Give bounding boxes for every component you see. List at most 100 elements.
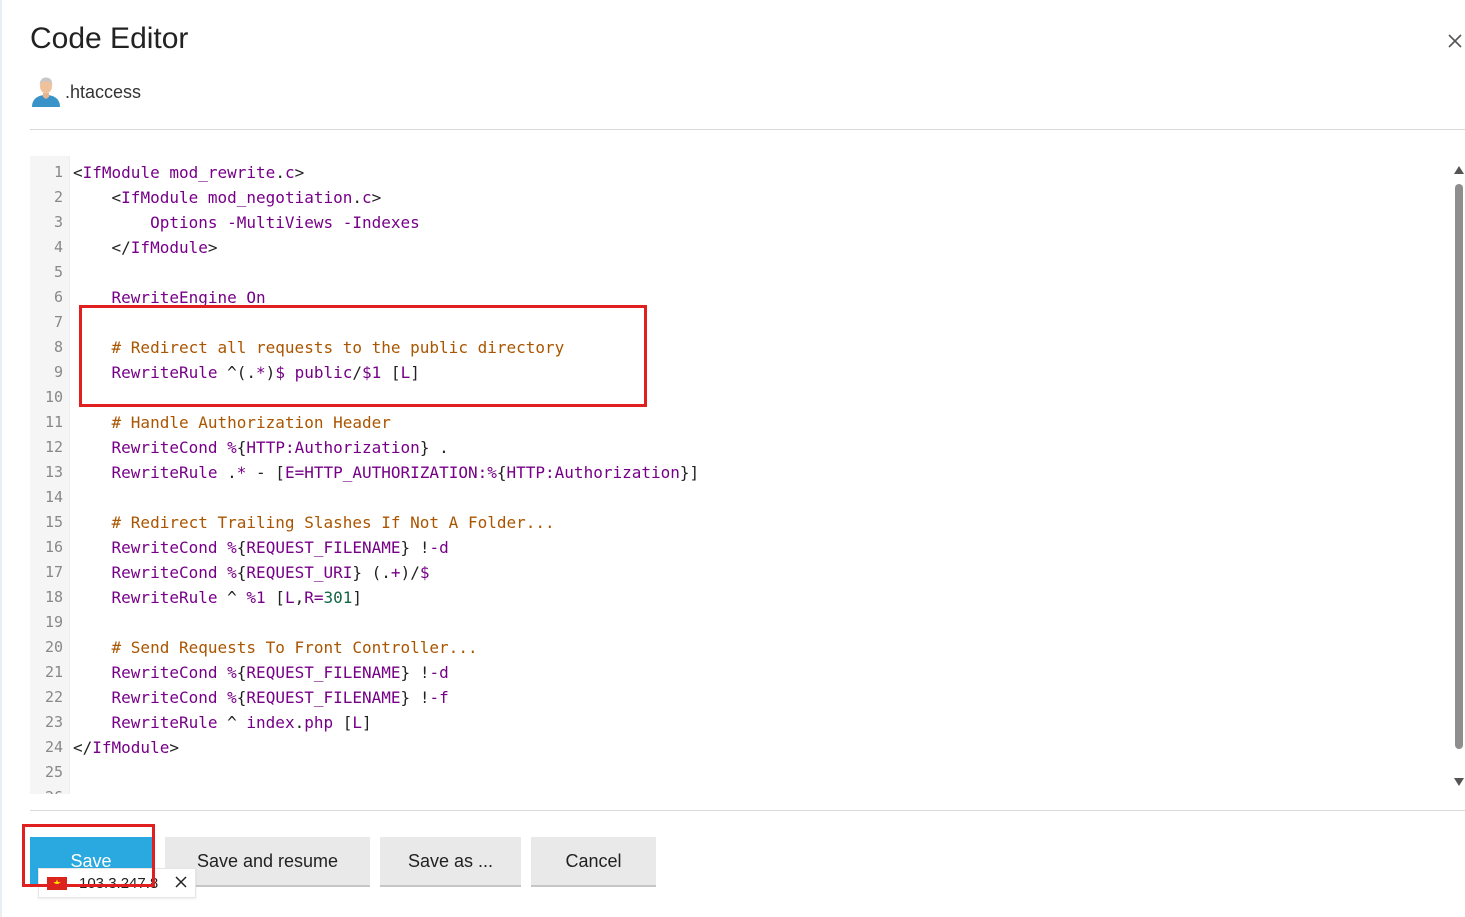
code-token: php xyxy=(304,713,333,732)
line-number: 5 xyxy=(30,260,63,285)
cancel-button[interactable]: Cancel xyxy=(531,837,656,887)
close-icon[interactable] xyxy=(1444,30,1465,52)
code-token xyxy=(73,213,150,232)
code-token: % xyxy=(227,563,237,582)
code-token: RewriteCond xyxy=(112,688,218,707)
code-token: } ! xyxy=(401,538,430,557)
code-token xyxy=(73,663,112,682)
code-token: > xyxy=(169,738,179,757)
line-number: 15 xyxy=(30,510,63,535)
code-line[interactable]: RewriteRule ^ index.php [L] xyxy=(73,710,372,735)
code-line[interactable]: RewriteCond %{REQUEST_FILENAME} !-d xyxy=(73,660,449,685)
code-line[interactable]: RewriteCond %{REQUEST_FILENAME} !-f xyxy=(73,685,449,710)
code-token: . xyxy=(352,188,362,207)
code-token xyxy=(73,588,112,607)
code-line[interactable]: RewriteEngine On xyxy=(73,285,266,310)
code-line[interactable]: </IfModule> xyxy=(73,735,179,760)
code-token xyxy=(73,413,112,432)
code-token: - [ xyxy=(246,463,285,482)
line-number: 9 xyxy=(30,360,63,385)
code-editor[interactable]: 1234567891011121314151617181920212223242… xyxy=(30,156,1450,794)
user-avatar-icon xyxy=(30,76,62,108)
line-number: 12 xyxy=(30,435,63,460)
code-line[interactable]: RewriteRule ^ %1 [L,R=301] xyxy=(73,585,362,610)
code-token: RewriteCond xyxy=(112,563,218,582)
ip-address-tag: 103.3.247.8 xyxy=(38,868,196,898)
code-line[interactable]: RewriteCond %{REQUEST_FILENAME} !-d xyxy=(73,535,449,560)
editor-scrollbar[interactable] xyxy=(1452,160,1465,792)
code-token xyxy=(198,188,208,207)
code-line[interactable]: # Redirect all requests to the public di… xyxy=(73,335,564,360)
code-token: c xyxy=(285,163,295,182)
save-as-button[interactable]: Save as ... xyxy=(380,837,521,887)
line-number: 4 xyxy=(30,235,63,260)
code-line[interactable]: <IfModule mod_negotiation.c> xyxy=(73,185,381,210)
code-token: REQUEST_FILENAME xyxy=(246,663,400,682)
code-line[interactable]: Options -MultiViews -Indexes xyxy=(73,210,420,235)
code-token: ^ xyxy=(218,588,247,607)
code-token: { xyxy=(237,688,247,707)
code-token: RewriteRule xyxy=(112,588,218,607)
code-token: > xyxy=(208,238,218,257)
code-token: RewriteCond xyxy=(112,663,218,682)
divider xyxy=(30,129,1465,130)
scroll-thumb[interactable] xyxy=(1455,184,1463,749)
code-token: REQUEST_URI xyxy=(246,563,352,582)
code-token: 301 xyxy=(323,588,352,607)
line-number: 7 xyxy=(30,310,63,335)
code-line[interactable]: RewriteCond %{HTTP:Authorization} . xyxy=(73,435,449,460)
code-token: ^ xyxy=(218,713,247,732)
code-token: public xyxy=(295,363,353,382)
code-token: { xyxy=(237,563,247,582)
code-token xyxy=(73,288,112,307)
code-line[interactable]: RewriteRule .* - [E=HTTP_AUTHORIZATION:%… xyxy=(73,460,699,485)
code-line[interactable]: RewriteRule ^(.*)$ public/$1 [L] xyxy=(73,360,420,385)
code-token: </ xyxy=(73,738,92,757)
code-line[interactable]: # Send Requests To Front Controller... xyxy=(73,635,478,660)
code-token xyxy=(285,363,295,382)
code-token: # Send Requests To Front Controller... xyxy=(112,638,478,657)
code-token: } (. xyxy=(352,563,391,582)
code-token: % xyxy=(227,538,237,557)
code-token: ^(. xyxy=(218,363,257,382)
code-token: RewriteEngine On xyxy=(112,288,266,307)
code-token: Options -MultiViews -Indexes xyxy=(150,213,420,232)
line-number: 21 xyxy=(30,660,63,685)
scroll-up-icon[interactable] xyxy=(1454,166,1464,174)
code-token: . xyxy=(218,463,237,482)
code-line[interactable]: <IfModule mod_rewrite.c> xyxy=(73,160,304,185)
line-number: 2 xyxy=(30,185,63,210)
line-number: 14 xyxy=(30,485,63,510)
code-token: }] xyxy=(680,463,699,482)
code-token: [ xyxy=(381,363,400,382)
code-token xyxy=(73,438,112,457)
code-token: -d xyxy=(429,663,448,682)
code-token: [ xyxy=(266,588,285,607)
code-token: E=HTTP_AUTHORIZATION:% xyxy=(285,463,497,482)
code-token: + xyxy=(391,563,401,582)
code-line[interactable]: </IfModule> xyxy=(73,235,218,260)
code-line[interactable]: RewriteCond %{REQUEST_URI} (.+)/$ xyxy=(73,560,429,585)
close-icon[interactable] xyxy=(174,875,188,889)
divider xyxy=(30,810,1465,811)
line-number: 25 xyxy=(30,760,63,785)
code-token: ] xyxy=(362,713,372,732)
code-line[interactable]: # Handle Authorization Header xyxy=(73,410,391,435)
line-number: 11 xyxy=(30,410,63,435)
code-token: RewriteRule xyxy=(112,363,218,382)
code-token xyxy=(218,563,228,582)
code-token: > xyxy=(295,163,305,182)
line-number: 22 xyxy=(30,685,63,710)
code-token: { xyxy=(237,438,247,457)
code-token xyxy=(160,163,170,182)
code-line[interactable]: # Redirect Trailing Slashes If Not A Fol… xyxy=(73,510,555,535)
line-number: 16 xyxy=(30,535,63,560)
code-token xyxy=(73,638,112,657)
code-token: $1 xyxy=(362,363,381,382)
code-token: mod_negotiation xyxy=(208,188,353,207)
code-token: HTTP:Authorization xyxy=(246,438,419,457)
line-number: 10 xyxy=(30,385,63,410)
line-number: 24 xyxy=(30,735,63,760)
code-token: < xyxy=(73,163,83,182)
scroll-down-icon[interactable] xyxy=(1454,778,1464,786)
